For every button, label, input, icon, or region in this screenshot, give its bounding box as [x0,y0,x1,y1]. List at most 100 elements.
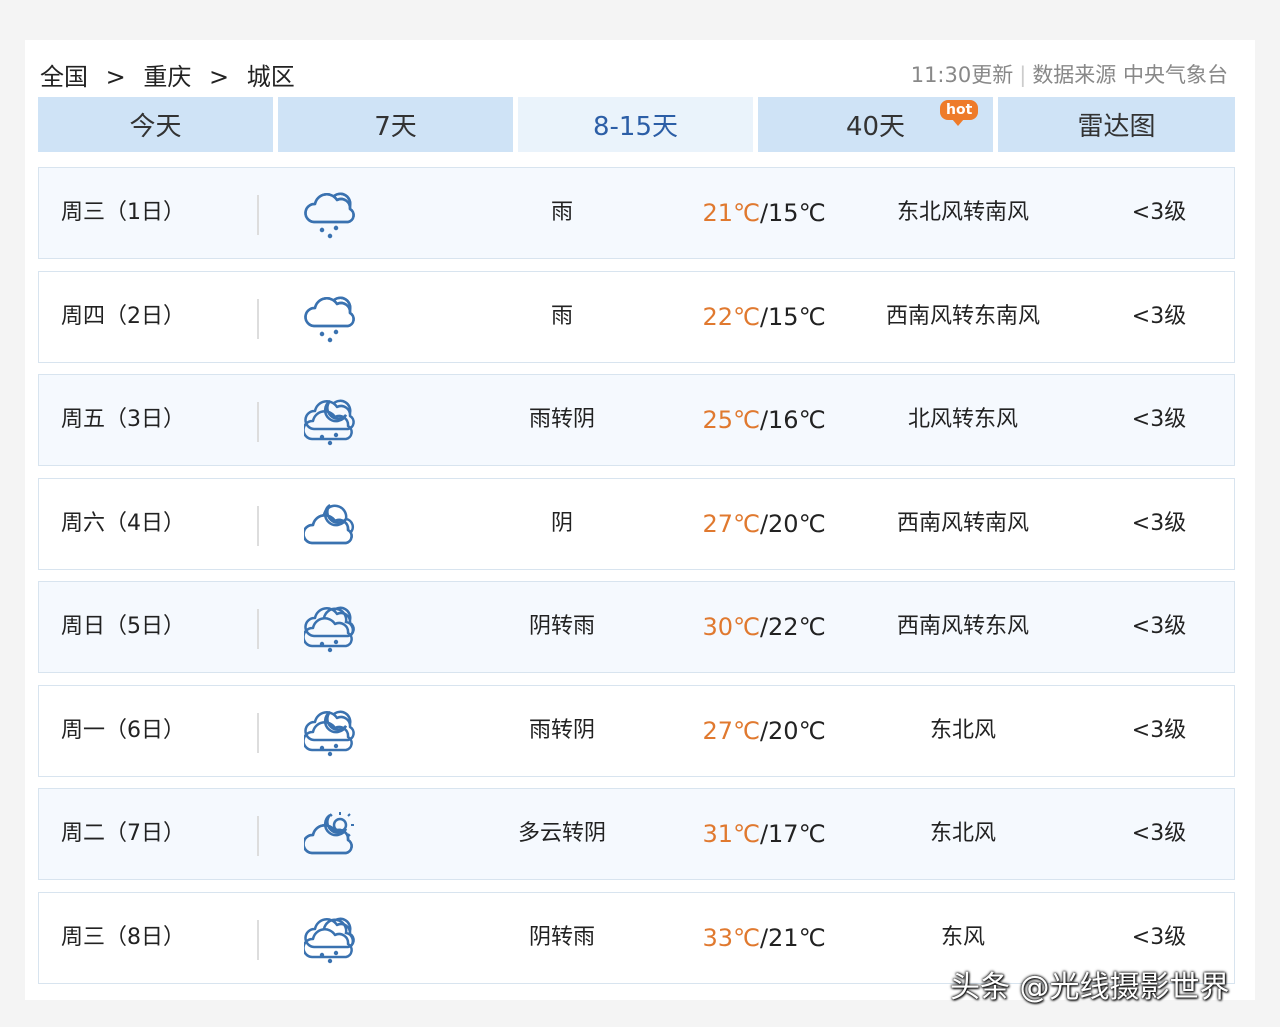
high-temp: 21℃ [702,199,760,227]
day-label: 周一（6日） [61,717,185,743]
day-label: 周五（3日） [61,407,185,432]
column-divider [257,609,259,649]
breadcrumb-item-country[interactable]: 全国 [40,63,88,91]
forecast-panel: 全国 > 重庆 > 城区 11:30更新 | 数据来源 中央气象台 今天 7天 8-… [25,40,1255,1000]
tab-label: 今天 [129,112,182,142]
weather-icons [304,915,424,965]
tab-label: 40天 [845,112,906,142]
high-temp: 25℃ [702,406,760,434]
wind-direction: 东北风 [929,717,996,743]
temperature: 27℃/20℃ [699,479,829,569]
weather-description: 阴转雨 [528,924,595,950]
column-divider [257,298,259,339]
wind-level: <3级 [1131,303,1187,329]
temperature: 22℃/15℃ [699,272,829,362]
column-divider [257,505,259,546]
high-temp: 27℃ [702,509,760,538]
wind-direction: 东北风转南风 [896,200,1029,225]
forecast-row: 周日（5日） 阴转雨 30℃/22℃ 西南风转东风 <3级 [38,581,1235,673]
high-temp: 31℃ [702,820,760,848]
low-temp: /15℃ [759,199,826,227]
weather-icons [304,190,424,240]
high-temp: 27℃ [702,716,760,745]
temperature: 27℃/20℃ [699,686,829,776]
low-temp: /15℃ [759,302,826,331]
weather-description: 阴 [550,510,573,536]
weather-icons [304,294,424,344]
column-divider [257,816,259,856]
temperature: 30℃/22℃ [699,582,829,672]
update-time: 11:30更新 [910,63,1014,87]
column-divider [257,402,259,442]
weather-description: 多云转阴 [517,821,606,846]
low-temp: /17℃ [759,820,826,848]
low-temp: /20℃ [759,716,826,745]
tab-label: 雷达图 [1077,112,1156,142]
data-source: 数据来源 中央气象台 [1032,63,1228,87]
high-temp: 30℃ [702,613,760,641]
tab-bar: 今天 7天 8-15天 40天 hot 雷达图 [38,97,1235,152]
wind-level: <3级 [1131,510,1187,536]
wind-direction: 北风转东风 [907,407,1018,432]
low-temp: /22℃ [759,613,826,641]
wind-level: <3级 [1131,407,1187,432]
low-temp: /20℃ [759,509,826,538]
day-label: 周二（7日） [61,821,185,846]
column-divider [257,712,259,753]
hot-badge: hot [940,100,979,126]
day-label: 周三（1日） [61,200,185,225]
wind-direction: 西南风转南风 [896,510,1029,536]
day-label: 周四（2日） [61,303,185,329]
day-label: 周六（4日） [61,510,185,536]
high-temp: 33℃ [702,923,760,952]
weather-icons [304,811,424,861]
forecast-row: 周三（1日） 雨 21℃/15℃ 东北风转南风 <3级 [38,167,1235,259]
wind-level: <3级 [1131,614,1187,639]
tab-8-15-days[interactable]: 8-15天 [518,97,753,152]
forecast-row: 周六（4日） 阴 27℃/20℃ 西南风转南风 <3级 [38,477,1235,570]
weather-icons [304,501,424,551]
tab-label: 7天 [374,112,417,142]
high-temp: 22℃ [702,302,760,331]
weather-description: 雨转阴 [528,407,595,432]
temperature: 21℃/15℃ [699,168,829,258]
column-divider [257,195,259,235]
temperature: 25℃/16℃ [699,375,829,465]
forecast-row: 周一（6日） 雨转阴 27℃/20℃ 东北风 <3级 [38,684,1235,777]
weather-description: 雨 [550,200,573,225]
forecast-row: 周二（7日） 多云转阴 31℃/17℃ 东北风 <3级 [38,788,1235,880]
wind-direction: 西南风转东风 [896,614,1029,639]
forecast-row: 周五（3日） 雨转阴 25℃/16℃ 北风转东风 <3级 [38,374,1235,466]
tab-label: 8-15天 [592,112,678,142]
data-source-info: 11:30更新 | 数据来源 中央气象台 [911,59,1228,89]
wind-level: <3级 [1131,717,1187,743]
weather-description: 雨转阴 [528,717,595,743]
day-label: 周日（5日） [61,614,185,639]
weather-icons [304,397,424,447]
tab-40-days[interactable]: 40天 hot [758,97,993,152]
low-temp: /16℃ [759,406,826,434]
tab-radar[interactable]: 雷达图 [998,97,1235,152]
divider: | [1019,63,1027,87]
forecast-list: 周三（1日） 雨 21℃/15℃ 东北风转南风 <3级 周四（2日） 雨 22℃… [38,167,1235,995]
day-label: 周三（8日） [61,924,185,950]
weather-description: 阴转雨 [528,614,595,639]
tab-7-days[interactable]: 7天 [278,97,513,152]
watermark: 头条 @光线摄影世界 [950,970,1230,1005]
column-divider [257,919,259,960]
breadcrumb: 全国 > 重庆 > 城区 [40,57,295,92]
top-bar: 全国 > 重庆 > 城区 11:30更新 | 数据来源 中央气象台 [40,55,1240,93]
weather-description: 雨 [550,303,573,329]
breadcrumb-item-district: 城区 [246,63,295,91]
low-temp: /21℃ [759,923,826,952]
wind-direction: 东北风 [929,821,996,846]
forecast-row: 周四（2日） 雨 22℃/15℃ 西南风转东南风 <3级 [38,270,1235,363]
weather-icons [304,604,424,654]
breadcrumb-item-province[interactable]: 重庆 [143,63,191,91]
temperature: 33℃/21℃ [699,893,829,983]
breadcrumb-separator: > [105,63,126,91]
temperature: 31℃/17℃ [699,789,829,879]
wind-direction: 西南风转东南风 [885,303,1040,329]
tab-today[interactable]: 今天 [38,97,273,152]
wind-level: <3级 [1131,200,1187,225]
